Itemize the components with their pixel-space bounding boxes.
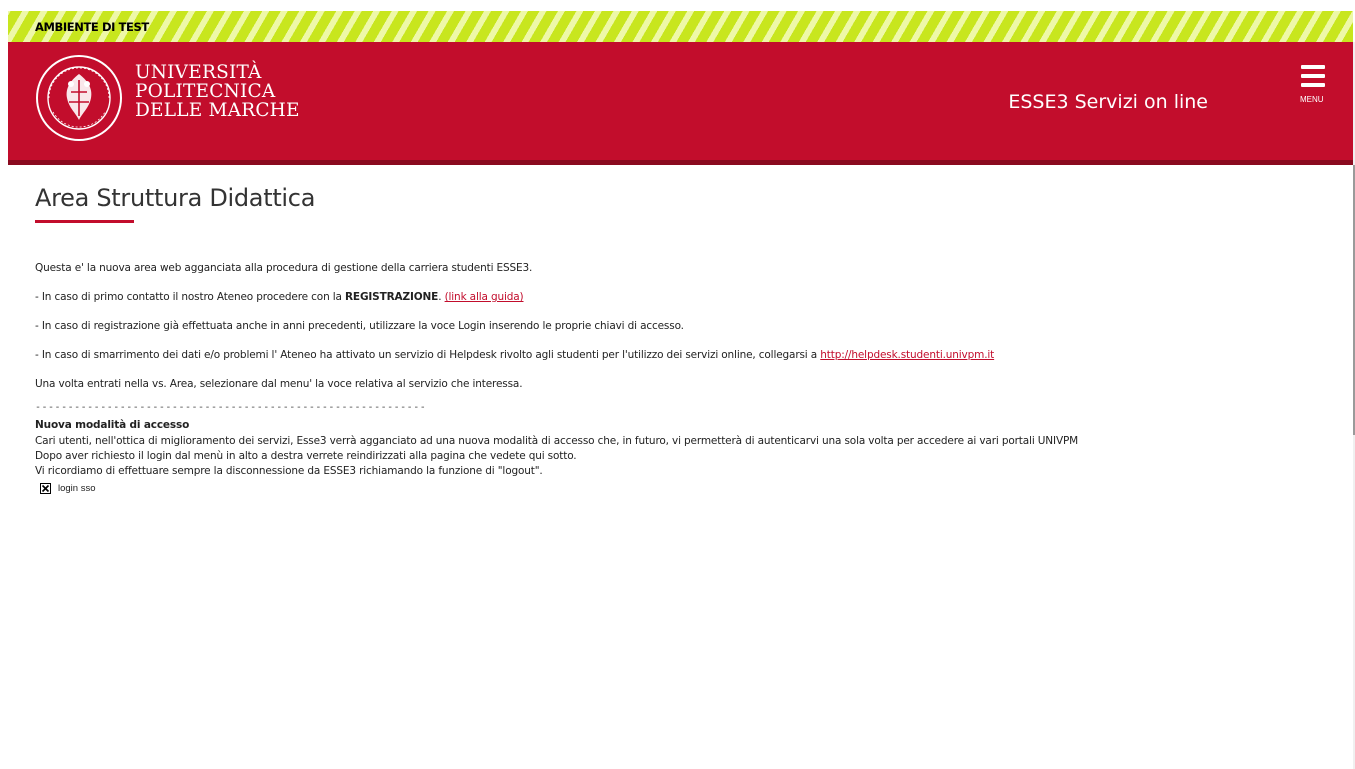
access-line-3: Vi ricordiamo di effettuare sempre la di… [35,465,543,477]
broken-image-icon [40,483,51,494]
hamburger-icon [1301,65,1325,69]
registration-keyword: REGISTRAZIONE [345,291,439,303]
university-seal-logo[interactable] [35,54,123,142]
intro-text: Questa e' la nuova area web agganciata a… [35,262,533,274]
university-name-line-2: POLITECNICA [135,81,276,102]
access-line-2: Dopo aver richiesto il login dal menù in… [35,450,577,462]
hamburger-icon-bar [1301,83,1325,87]
menu-button[interactable]: MENU [1300,65,1327,105]
registration-instruction: - In caso di primo contatto il nostro At… [35,291,524,303]
helpdesk-link[interactable]: http://helpdesk.studenti.univpm.it [820,349,994,361]
test-environment-label: AMBIENTE DI TEST [35,20,149,34]
login-sso-label: login sso [58,483,96,494]
title-underline [35,220,134,223]
site-header: UNIVERSITÀ POLITECNICA DELLE MARCHE ESSE… [8,42,1353,160]
login-sso-button[interactable]: login sso [40,483,1325,494]
hamburger-icon-bar [1301,74,1325,78]
guide-link[interactable]: (link alla guida) [445,291,524,303]
separator-line: ----------------------------------------… [35,402,427,413]
university-name[interactable]: UNIVERSITÀ POLITECNICA DELLE MARCHE [135,63,300,120]
menu-instruction: Una volta entrati nella vs. Area, selezi… [35,378,523,390]
university-name-line-3: DELLE MARCHE [135,100,300,121]
helpdesk-instruction: - In caso di smarrimento dei dati e/o pr… [35,349,995,361]
university-name-line-1: UNIVERSITÀ [135,62,262,83]
service-title: ESSE3 Servizi on line [1008,91,1208,113]
test-environment-banner: AMBIENTE DI TEST [8,11,1353,42]
access-heading: Nuova modalità di accesso [35,419,190,431]
main-content: Area Struttura Didattica Questa e' la nu… [35,165,1325,494]
menu-label: MENU [1300,95,1324,104]
page-title: Area Struttura Didattica [35,184,316,212]
page: AMBIENTE DI TEST UNIVERSITÀ POLITECNICA … [0,0,1355,769]
access-description: Cari utenti, nell'ottica di migliorament… [35,434,1325,479]
login-instruction: - In caso di registrazione già effettuat… [35,320,684,332]
access-line-1: Cari utenti, nell'ottica di migliorament… [35,435,1079,447]
